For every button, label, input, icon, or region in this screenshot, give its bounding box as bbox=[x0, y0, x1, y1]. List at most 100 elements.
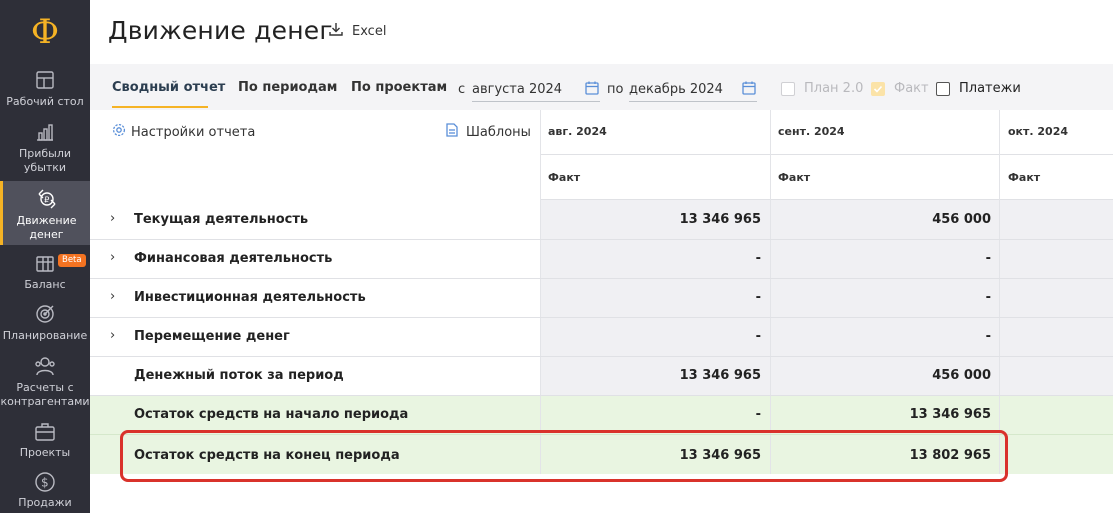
sidebar-item-label: Планирование bbox=[2, 329, 88, 342]
briefcase-icon bbox=[33, 420, 57, 443]
svg-text:₽: ₽ bbox=[44, 196, 49, 205]
table-row-transfers[interactable]: › Перемещение денег - - bbox=[90, 317, 1113, 356]
page-header: Движение денег Excel bbox=[90, 0, 1113, 64]
payments-checkbox-label: Платежи bbox=[959, 81, 1021, 96]
sidebar-item-label: Прибыли убытки bbox=[18, 147, 72, 174]
checkbox-box bbox=[871, 81, 885, 96]
header-divider bbox=[540, 154, 1113, 155]
calendar-icon[interactable] bbox=[742, 80, 756, 99]
beta-badge: Beta bbox=[58, 254, 86, 267]
svg-text:$: $ bbox=[41, 475, 49, 489]
sidebar-item-balance[interactable]: Beta Баланс bbox=[0, 252, 90, 292]
table-row-financial[interactable]: › Финансовая деятельность - - bbox=[90, 239, 1113, 278]
chevron-right-icon[interactable]: › bbox=[110, 211, 115, 226]
sidebar-item-label: Движение денег bbox=[16, 214, 77, 241]
chevron-right-icon[interactable]: › bbox=[110, 328, 115, 343]
column-header-oct-2024[interactable]: окт. 2024 bbox=[1000, 110, 1113, 154]
cell-sep: 456 000 bbox=[932, 368, 991, 383]
column-header-aug-2024[interactable]: авг. 2024 bbox=[540, 110, 770, 154]
dollar-icon: $ bbox=[33, 470, 57, 493]
cell-aug: - bbox=[755, 251, 761, 266]
table-row-opening-balance: Остаток средств на начало периода - 13 3… bbox=[90, 395, 1113, 434]
sidebar-item-label: Проекты bbox=[19, 446, 71, 459]
logo-glyph: Ф bbox=[30, 12, 60, 52]
sidebar-item-label: Продажи bbox=[18, 496, 72, 509]
download-icon bbox=[328, 21, 344, 41]
row-label: Перемещение денег bbox=[134, 329, 290, 344]
tab-by-projects[interactable]: По проектам bbox=[351, 80, 447, 95]
column-subheader: Факт bbox=[1008, 171, 1041, 184]
table-row-investment[interactable]: › Инвестиционная деятельность - - bbox=[90, 278, 1113, 317]
check-icon bbox=[873, 85, 883, 93]
column-header-sep-2024[interactable]: сент. 2024 bbox=[770, 110, 1000, 154]
gear-icon bbox=[112, 123, 126, 141]
fact-checkbox-label: Факт bbox=[894, 81, 929, 96]
row-label: Денежный поток за период bbox=[134, 368, 344, 383]
sidebar-item-money-flow[interactable]: ₽ Движение денег bbox=[0, 181, 90, 245]
sidebar-item-label: Расчеты с контрагентами bbox=[0, 381, 90, 408]
report-toolbar: Сводный отчет По периодам По проектам с … bbox=[90, 64, 1113, 110]
sidebar-item-label: Баланс bbox=[24, 278, 66, 291]
sidebar-item-planning[interactable]: Планирование bbox=[0, 302, 90, 346]
dashboard-icon bbox=[33, 68, 57, 92]
row-label: Остаток средств на начало периода bbox=[134, 407, 409, 422]
chevron-right-icon[interactable]: › bbox=[110, 289, 115, 304]
report-panel: Сводный отчет По периодам По проектам с … bbox=[90, 64, 1113, 513]
calendar-icon[interactable] bbox=[585, 80, 599, 99]
closing-balance-highlight bbox=[120, 430, 1008, 482]
report-settings-label: Настройки отчета bbox=[131, 124, 256, 140]
page-title: Движение денег bbox=[108, 16, 333, 45]
sidebar-item-contractors[interactable]: Расчеты с контрагентами bbox=[0, 354, 90, 410]
row-label: Инвестиционная деятельность bbox=[134, 290, 366, 305]
chevron-right-icon[interactable]: › bbox=[110, 250, 115, 265]
plan-checkbox-label: План 2.0 bbox=[804, 81, 864, 96]
tab-summary[interactable]: Сводный отчет bbox=[112, 80, 225, 95]
sidebar-item-profit-loss[interactable]: Прибыли убытки bbox=[0, 120, 90, 178]
column-subheader: Факт bbox=[548, 171, 581, 184]
cell-aug: - bbox=[755, 329, 761, 344]
templates-label: Шаблоны bbox=[466, 124, 531, 140]
date-to-label: по bbox=[607, 82, 624, 97]
cell-aug: - bbox=[755, 407, 761, 422]
cell-sep: - bbox=[985, 290, 991, 305]
cell-sep: - bbox=[985, 329, 991, 344]
cell-sep: - bbox=[985, 251, 991, 266]
excel-label: Excel bbox=[352, 23, 387, 39]
fact-checkbox[interactable]: Факт bbox=[871, 81, 929, 96]
tab-by-periods[interactable]: По периодам bbox=[238, 80, 337, 95]
document-icon bbox=[446, 123, 458, 141]
cell-aug: 13 346 965 bbox=[679, 212, 761, 227]
sidebar: Ф Рабочий стол Прибыли убытки ₽ Движение… bbox=[0, 0, 90, 513]
money-flow-icon: ₽ bbox=[35, 187, 59, 211]
cell-sep: 456 000 bbox=[932, 212, 991, 227]
row-label: Финансовая деятельность bbox=[134, 251, 333, 266]
table-row-cash-flow: Денежный поток за период 13 346 965 456 … bbox=[90, 356, 1113, 395]
date-from-label: с bbox=[458, 82, 466, 97]
templates-button[interactable]: Шаблоны bbox=[446, 123, 531, 141]
balance-icon bbox=[33, 252, 57, 275]
payments-checkbox[interactable]: Платежи bbox=[936, 81, 1021, 96]
row-label: Текущая деятельность bbox=[134, 212, 309, 227]
date-to-input[interactable]: декабрь 2024 bbox=[629, 74, 757, 102]
target-icon bbox=[33, 302, 57, 326]
date-to-value: декабрь 2024 bbox=[629, 82, 723, 97]
sidebar-item-projects[interactable]: Проекты bbox=[0, 420, 90, 460]
excel-export-button[interactable]: Excel bbox=[328, 21, 386, 41]
table-row-operating[interactable]: › Текущая деятельность 13 346 965 456 00… bbox=[90, 200, 1113, 239]
sidebar-item-label: Рабочий стол bbox=[6, 95, 84, 108]
date-from-input[interactable]: августа 2024 bbox=[472, 74, 600, 102]
checkbox-box bbox=[781, 81, 795, 96]
app-logo[interactable]: Ф bbox=[0, 0, 90, 64]
cell-aug: - bbox=[755, 290, 761, 305]
bar-chart-icon bbox=[33, 120, 57, 144]
sidebar-item-sales[interactable]: $ Продажи bbox=[0, 470, 90, 510]
plan-checkbox[interactable]: План 2.0 bbox=[781, 81, 863, 96]
active-tab-indicator bbox=[112, 106, 208, 108]
cell-sep: 13 346 965 bbox=[909, 407, 991, 422]
column-subheader: Факт bbox=[778, 171, 811, 184]
date-from-value: августа 2024 bbox=[472, 82, 563, 97]
report-table: Настройки отчета Шаблоны авг. 2024 сент.… bbox=[90, 110, 1113, 513]
checkbox-box bbox=[936, 81, 950, 96]
sidebar-item-dashboard[interactable]: Рабочий стол bbox=[0, 68, 90, 114]
report-settings-button[interactable]: Настройки отчета bbox=[112, 123, 255, 141]
